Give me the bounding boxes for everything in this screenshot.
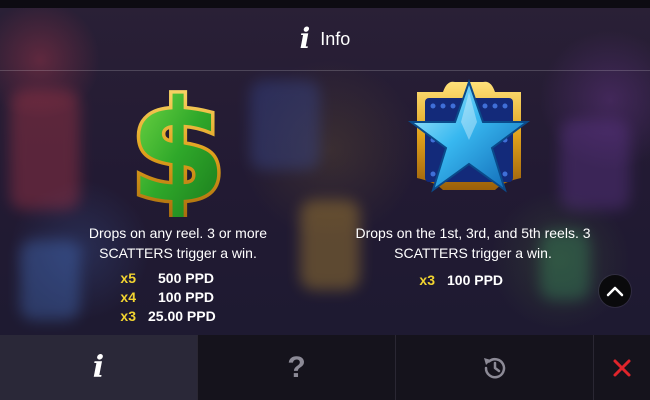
- description-line: Drops on the 1st, 3rd, and 5th reels. 3: [355, 225, 591, 241]
- payout-row: x5 500 PPD: [110, 268, 216, 287]
- payout-amount: 500 PPD: [158, 269, 215, 286]
- info-icon: i: [299, 22, 311, 55]
- star-symbol-icon: [403, 78, 535, 198]
- payout-row: x3 100 PPD: [409, 270, 503, 289]
- info-header: i Info: [0, 8, 650, 70]
- chevron-up-icon: [606, 286, 624, 297]
- star-symbol-description: Drops on the 1st, 3rd, and 5th reels. 3 …: [340, 223, 606, 263]
- question-icon: ?: [287, 350, 306, 384]
- nav-info-tab[interactable]: i: [0, 335, 198, 400]
- svg-text:$: $: [129, 82, 226, 217]
- payout-row: x3 25.00 PPD: [110, 306, 216, 325]
- page-title: Info: [320, 28, 351, 49]
- payout-amount: 25.00 PPD: [148, 307, 216, 324]
- nav-history-tab[interactable]: [396, 335, 594, 400]
- scroll-up-button[interactable]: [599, 275, 631, 307]
- top-bar: [0, 0, 650, 8]
- info-icon: i: [92, 349, 105, 385]
- description-line: Drops on any reel. 3 or more: [88, 225, 268, 241]
- dollar-symbol-description: Drops on any reel. 3 or more SCATTERS tr…: [60, 223, 296, 263]
- payout-amount: 100 PPD: [447, 271, 504, 288]
- payout-multiplier: x3: [419, 271, 435, 288]
- star-payout-table: x3 100 PPD: [409, 270, 503, 289]
- payout-row: x4 100 PPD: [110, 287, 216, 306]
- close-icon: [613, 359, 631, 376]
- nav-help-tab[interactable]: ?: [198, 335, 396, 400]
- payout-multiplier: x5: [120, 269, 136, 286]
- history-icon: [483, 357, 505, 378]
- dollar-symbol-icon: $: [113, 68, 243, 238]
- payout-multiplier: x3: [120, 307, 136, 324]
- description-line: SCATTERS trigger a win.: [394, 245, 552, 261]
- description-line: SCATTERS trigger a win.: [99, 245, 257, 261]
- header-divider: [0, 70, 650, 71]
- payout-multiplier: x4: [120, 288, 136, 305]
- dollar-payout-table: x5 500 PPD x4 100 PPD x3 25.00 PPD: [110, 268, 216, 325]
- bottom-nav: i ?: [0, 335, 650, 400]
- nav-close-button[interactable]: [594, 335, 650, 400]
- payout-amount: 100 PPD: [158, 288, 215, 305]
